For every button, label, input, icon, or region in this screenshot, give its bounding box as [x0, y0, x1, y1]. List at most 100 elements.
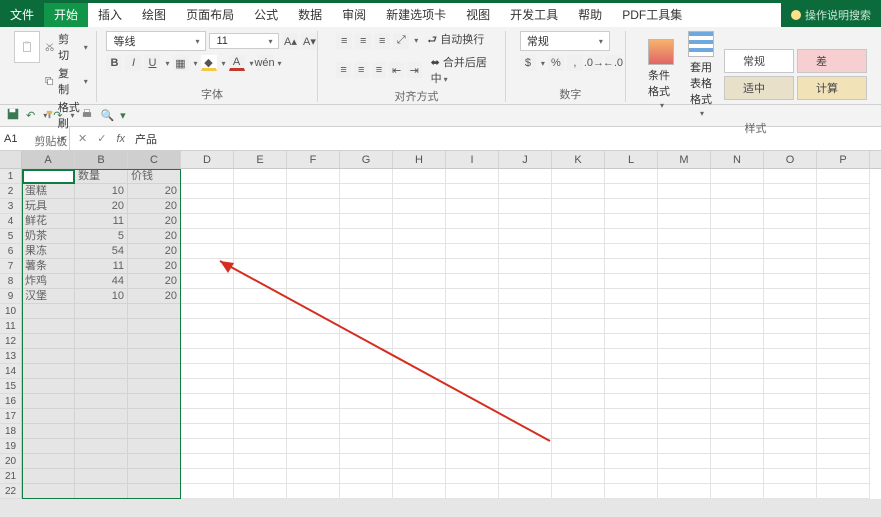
- cell[interactable]: [22, 349, 75, 364]
- cell[interactable]: [605, 484, 658, 499]
- cell[interactable]: [128, 394, 181, 409]
- cell[interactable]: [499, 319, 552, 334]
- cell[interactable]: [605, 334, 658, 349]
- cell[interactable]: [499, 169, 552, 184]
- save-button[interactable]: [6, 107, 20, 124]
- row-header[interactable]: 7: [0, 259, 22, 274]
- row-header[interactable]: 21: [0, 469, 22, 484]
- row-header[interactable]: 17: [0, 409, 22, 424]
- cell[interactable]: 薯条: [22, 259, 75, 274]
- redo-button[interactable]: ↷: [53, 109, 62, 122]
- cell[interactable]: [817, 394, 870, 409]
- cell[interactable]: [605, 199, 658, 214]
- cell[interactable]: [181, 394, 234, 409]
- cell[interactable]: [340, 424, 393, 439]
- cell[interactable]: [658, 244, 711, 259]
- cell[interactable]: [499, 244, 552, 259]
- cell[interactable]: [340, 259, 393, 274]
- column-header-L[interactable]: L: [605, 151, 658, 168]
- cell[interactable]: [552, 454, 605, 469]
- cell[interactable]: [711, 169, 764, 184]
- cell[interactable]: [658, 349, 711, 364]
- cell[interactable]: 20: [75, 199, 128, 214]
- paste-button[interactable]: [14, 31, 40, 63]
- cell[interactable]: [287, 349, 340, 364]
- cell[interactable]: [499, 229, 552, 244]
- cell[interactable]: [22, 409, 75, 424]
- cell[interactable]: [287, 394, 340, 409]
- cell[interactable]: 20: [128, 274, 181, 289]
- italic-button[interactable]: I: [125, 55, 141, 71]
- cell[interactable]: 奶茶: [22, 229, 75, 244]
- cell[interactable]: [340, 469, 393, 484]
- cell[interactable]: [499, 454, 552, 469]
- cell[interactable]: [658, 364, 711, 379]
- cell[interactable]: [658, 184, 711, 199]
- cell[interactable]: [340, 244, 393, 259]
- cell[interactable]: [552, 394, 605, 409]
- cell[interactable]: [181, 409, 234, 424]
- cell[interactable]: [393, 319, 446, 334]
- cell[interactable]: [764, 454, 817, 469]
- cell[interactable]: [552, 334, 605, 349]
- cell[interactable]: [393, 379, 446, 394]
- cell[interactable]: [764, 199, 817, 214]
- cell[interactable]: [764, 334, 817, 349]
- cell[interactable]: [817, 214, 870, 229]
- column-header-D[interactable]: D: [181, 151, 234, 168]
- cell[interactable]: [393, 259, 446, 274]
- cell[interactable]: [446, 424, 499, 439]
- cell[interactable]: [393, 229, 446, 244]
- decrease-indent-button[interactable]: ⇤: [389, 62, 404, 78]
- cell[interactable]: [128, 454, 181, 469]
- cell[interactable]: [552, 214, 605, 229]
- column-header-B[interactable]: B: [75, 151, 128, 168]
- cell[interactable]: [711, 184, 764, 199]
- cell[interactable]: [764, 304, 817, 319]
- cell[interactable]: [393, 469, 446, 484]
- cell[interactable]: [128, 439, 181, 454]
- qat-print-button[interactable]: [80, 107, 94, 124]
- cell[interactable]: [817, 409, 870, 424]
- cell[interactable]: [764, 289, 817, 304]
- cell[interactable]: [499, 274, 552, 289]
- cell[interactable]: [605, 394, 658, 409]
- cell[interactable]: [181, 214, 234, 229]
- cell[interactable]: [181, 469, 234, 484]
- cell[interactable]: [711, 214, 764, 229]
- cell[interactable]: 10: [75, 184, 128, 199]
- cell[interactable]: [340, 409, 393, 424]
- cell[interactable]: [605, 229, 658, 244]
- cell[interactable]: [234, 244, 287, 259]
- cell[interactable]: [128, 334, 181, 349]
- cell[interactable]: [605, 184, 658, 199]
- cell[interactable]: [393, 409, 446, 424]
- qat-preview-button[interactable]: 🔍: [100, 109, 114, 122]
- cell[interactable]: [234, 484, 287, 499]
- cell[interactable]: [22, 334, 75, 349]
- cell[interactable]: [658, 169, 711, 184]
- cell[interactable]: 炸鸡: [22, 274, 75, 289]
- formula-input[interactable]: 产品: [135, 131, 157, 147]
- cell[interactable]: [181, 259, 234, 274]
- cell[interactable]: [711, 379, 764, 394]
- copy-button[interactable]: 复制▾: [44, 65, 88, 97]
- cell[interactable]: [75, 379, 128, 394]
- cell[interactable]: [605, 469, 658, 484]
- align-top-button[interactable]: ≡: [336, 33, 352, 49]
- cell[interactable]: [234, 424, 287, 439]
- cell[interactable]: [393, 364, 446, 379]
- cell[interactable]: [605, 244, 658, 259]
- cell[interactable]: [605, 214, 658, 229]
- cut-button[interactable]: 剪切▾: [44, 31, 88, 63]
- cell[interactable]: [764, 184, 817, 199]
- cell[interactable]: [817, 349, 870, 364]
- cell[interactable]: [446, 409, 499, 424]
- cell[interactable]: [817, 169, 870, 184]
- fx-icon[interactable]: fx: [116, 133, 125, 145]
- cell[interactable]: [75, 319, 128, 334]
- cell[interactable]: [446, 439, 499, 454]
- cell[interactable]: [340, 454, 393, 469]
- cell[interactable]: [605, 424, 658, 439]
- cell[interactable]: 20: [128, 214, 181, 229]
